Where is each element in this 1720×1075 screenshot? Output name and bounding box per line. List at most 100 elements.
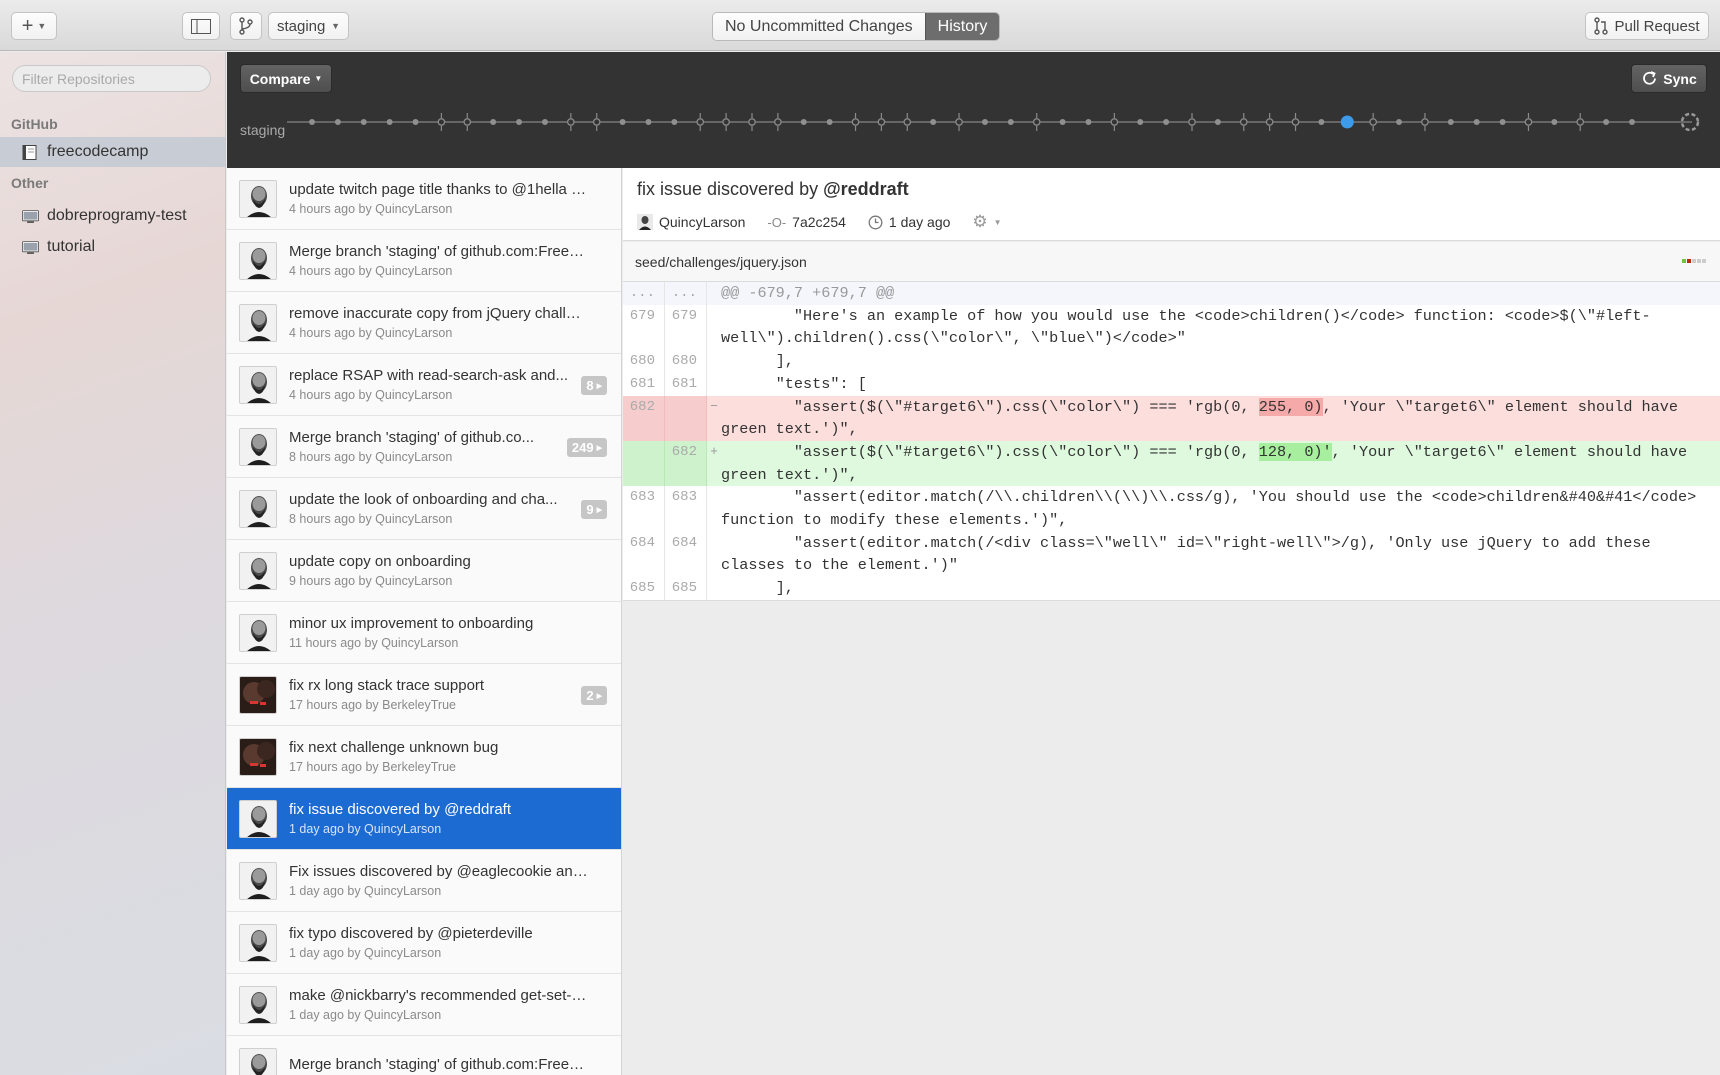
commit-row[interactable]: fix next challenge unknown bug 17 hours a… <box>227 726 621 788</box>
diff-line-ctx: 681 681 "tests": [ <box>623 372 1720 396</box>
sidebar-item-label: dobreprogramy-test <box>47 207 187 224</box>
sync-button[interactable]: Sync <box>1631 64 1707 93</box>
commit-title: update copy on onboarding <box>289 553 471 570</box>
commit-text: remove inaccurate copy from jQuery chall… <box>289 305 589 340</box>
diff-code-cell: ], <box>721 350 1720 373</box>
timeline-merge-commit <box>1421 113 1429 131</box>
old-line-number: 685 <box>623 577 665 600</box>
commit-row[interactable]: update twitch page title thanks to @1hel… <box>227 168 621 230</box>
gear-icon[interactable]: ⚙ <box>972 212 987 232</box>
new-line-number: 682 <box>665 440 707 487</box>
diff-file-name: seed/challenges/jquery.json <box>635 253 807 270</box>
diff-code-cell: "assert(editor.match(/\\.children\\(\\)\… <box>721 486 1720 531</box>
diff-code-cell: "assert($(\"#target6\").css(\"color\") =… <box>721 396 1720 441</box>
timeline-merge-commit <box>1576 113 1585 131</box>
commit-time: 1 day ago <box>888 214 951 230</box>
timeline-merge-commit <box>903 113 912 131</box>
diffstat-icon <box>1682 259 1706 263</box>
diff-marker: + <box>710 443 718 459</box>
commit-row[interactable]: Merge branch 'staging' of github.com:Fre… <box>227 1036 621 1075</box>
tab-uncommitted-changes[interactable]: No Uncommitted Changes <box>713 13 925 40</box>
branch-selector[interactable]: staging ▼ <box>268 12 349 40</box>
commit-sha[interactable]: 7a2c254 <box>792 214 846 230</box>
timeline-merge-commit <box>1188 113 1196 131</box>
pull-request-button[interactable]: Pull Request <box>1585 12 1709 40</box>
tab-history[interactable]: History <box>924 13 1000 40</box>
old-line-number: 681 <box>623 372 665 396</box>
commit-list: update twitch page title thanks to @1hel… <box>227 168 622 1075</box>
timeline-merge-commit <box>437 113 446 131</box>
commit-timeline[interactable] <box>227 102 1720 142</box>
commit-text: minor ux improvement to onboarding 11 hou… <box>289 615 589 650</box>
commit-author[interactable]: QuincyLarson <box>659 214 745 230</box>
branches-button[interactable] <box>230 12 262 40</box>
diff-marker <box>707 305 721 350</box>
commit-meta: QuincyLarson -O- 7a2c254 1 day ago ⚙ ▼ <box>637 212 1002 232</box>
commit-meta: 1 day ago by QuincyLarson <box>289 946 442 960</box>
sync-icon <box>1643 71 1657 85</box>
timeline-commit <box>1447 119 1454 125</box>
diff-line-ctx: 679 679 "Here's an example of how you wou… <box>623 304 1720 351</box>
old-line-number: 682 <box>623 395 665 441</box>
diff-line-add: 682 + "assert($(\"#target6\").css(\"color… <box>623 440 1720 487</box>
view-mode-switcher: No Uncommitted Changes History <box>712 12 1001 41</box>
commit-text: fix rx long stack trace support 17 hours … <box>289 677 589 712</box>
add-repository-button[interactable]: + ▼ <box>11 12 57 40</box>
commit-row[interactable]: update the look of onboarding and cha...… <box>227 478 621 540</box>
diff-marker <box>707 350 721 373</box>
commit-text: update twitch page title thanks to @1hel… <box>289 181 589 216</box>
commit-title: fix issue discovered by @reddraft <box>289 801 511 818</box>
commit-meta: 4 hours ago by QuincyLarson <box>289 202 453 216</box>
diff-code: "Here's an example of how you would use … <box>721 306 1651 348</box>
timeline-commit <box>1473 119 1480 125</box>
diff-file-header[interactable]: seed/challenges/jquery.json <box>623 242 1720 282</box>
commit-row[interactable]: replace RSAP with read-search-ask and...… <box>227 354 621 416</box>
compare-button[interactable]: Compare ▼ <box>240 64 332 93</box>
commit-text: Fix issues discovered by @eaglecookie an… <box>289 863 589 898</box>
commit-row[interactable]: make @nickbarry's recommended get-set-fo… <box>227 974 621 1036</box>
badge-count: 8 <box>586 378 594 393</box>
timeline-commit <box>1551 119 1558 125</box>
author-avatar <box>239 613 277 652</box>
commit-detail-pane: fix issue discovered by @reddraft Quincy… <box>623 168 1720 1075</box>
commit-count-badge[interactable]: 2 ▶ <box>581 686 607 705</box>
commit-count-badge[interactable]: 9 ▶ <box>581 500 607 519</box>
branch-timeline: Compare ▼ Sync staging <box>227 52 1720 168</box>
commit-row[interactable]: fix issue discovered by @reddraft 1 day a… <box>227 788 621 850</box>
timeline-commit <box>671 119 678 125</box>
commit-count-badge[interactable]: 8 ▶ <box>581 376 607 395</box>
new-line-number: 684 <box>665 531 707 578</box>
commit-title-mention: @reddraft <box>823 179 909 199</box>
timeline-commit <box>1007 119 1014 125</box>
timeline-merge-commit <box>1265 113 1274 131</box>
author-avatar <box>239 923 277 962</box>
commit-row[interactable]: Fix issues discovered by @eaglecookie an… <box>227 850 621 912</box>
commit-row[interactable]: minor ux improvement to onboarding 11 hou… <box>227 602 621 664</box>
timeline-selected-commit <box>1340 115 1354 129</box>
filter-repositories-input[interactable] <box>12 65 211 92</box>
sidebar-icon <box>191 18 211 34</box>
commit-count-badge[interactable]: 249 ▶ <box>566 438 607 457</box>
commit-row[interactable]: Merge branch 'staging' of github.com:Fre… <box>227 230 621 292</box>
sidebar-toggle-button[interactable] <box>182 12 220 40</box>
diff-view: ...... @@ -679,7 +679,7 @@ 679 679 "Here's … <box>623 282 1720 601</box>
commit-meta: 17 hours ago by BerkeleyTrue <box>289 698 456 712</box>
sidebar-item-freecodecamp[interactable]: freecodecamp <box>0 137 225 167</box>
caret-down-icon: ▼ <box>314 74 323 83</box>
commit-row[interactable]: update copy on onboarding 9 hours ago by … <box>227 540 621 602</box>
sidebar-item-dobreprogramy-test[interactable]: dobreprogramy-test <box>0 201 225 231</box>
new-line-number: 679 <box>665 304 707 351</box>
commit-row[interactable]: remove inaccurate copy from jQuery chall… <box>227 292 621 354</box>
commit-title: fix rx long stack trace support <box>289 677 485 694</box>
commit-row[interactable]: fix rx long stack trace support 17 hours … <box>227 664 621 726</box>
commit-row[interactable]: Merge branch 'staging' of github.co... 8 … <box>227 416 621 478</box>
commit-row[interactable]: fix typo discovered by @pieterdeville 1 d… <box>227 912 621 974</box>
github-section-header: GitHub <box>11 116 58 132</box>
sidebar-item-tutorial[interactable]: tutorial <box>0 232 225 262</box>
badge-count: 9 <box>586 502 594 517</box>
chevron-down-icon[interactable]: ▼ <box>994 218 1002 227</box>
diff-code-cell: "Here's an example of how you would use … <box>721 305 1720 350</box>
diff-code: ], <box>721 352 794 371</box>
timeline-commit <box>1214 119 1221 125</box>
author-avatar <box>239 675 277 714</box>
